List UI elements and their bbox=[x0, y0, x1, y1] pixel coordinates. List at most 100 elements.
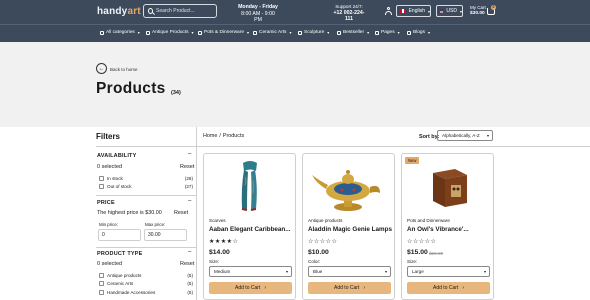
product-price: $15.00 bbox=[407, 249, 428, 256]
category-navbar: All categories ▾ Antique Products ▾ Pots &… bbox=[0, 24, 590, 42]
support-info: Support 24/7: +12 002-224-111 bbox=[330, 4, 368, 22]
max-price-input[interactable] bbox=[144, 229, 187, 241]
nav-all-categories[interactable]: All categories ▾ bbox=[100, 30, 140, 35]
product-old-price: $25.00 bbox=[429, 251, 444, 256]
option-label: Size: bbox=[407, 259, 418, 264]
user-account-icon[interactable] bbox=[385, 7, 392, 15]
product-category[interactable]: Pots and Dinnerware bbox=[407, 218, 450, 223]
add-to-cart-button[interactable]: Add to Cart › bbox=[407, 282, 490, 294]
price-heading[interactable]: PRICE bbox=[97, 200, 115, 206]
nav-pages[interactable]: Pages ▾ bbox=[375, 30, 400, 35]
star-rating: ☆☆☆☆☆ bbox=[308, 239, 338, 245]
product-card[interactable]: Scarves Aaban Elegant Caribbean... ★★★★☆… bbox=[203, 153, 296, 300]
currency-label: USD bbox=[446, 8, 457, 14]
blog-icon bbox=[407, 30, 411, 35]
collapse-icon[interactable]: – bbox=[188, 151, 191, 157]
page-hero: ← Back to home Products (34) bbox=[0, 42, 590, 127]
chevron-right-icon: › bbox=[363, 285, 365, 291]
min-price-label: Min price: bbox=[99, 222, 119, 227]
product-price: $10.00 bbox=[308, 249, 329, 256]
collapse-icon[interactable]: – bbox=[188, 198, 191, 204]
hours-time: 8:00 AM - 9:00 PM bbox=[241, 11, 275, 23]
uk-flag-icon bbox=[400, 9, 406, 13]
sort-select[interactable]: Alphabetically, A-Z ▾ bbox=[437, 130, 493, 141]
chevron-down-icon: ▾ bbox=[486, 133, 489, 138]
divider bbox=[96, 195, 196, 196]
add-to-cart-button[interactable]: Add to Cart › bbox=[308, 282, 391, 294]
nav-antique-products[interactable]: Antique Products ▾ bbox=[146, 30, 193, 35]
product-name[interactable]: An Owl's Vibrance'... bbox=[407, 226, 469, 233]
availability-selected-count: 0 selected bbox=[97, 164, 123, 170]
availability-reset-button[interactable]: Reset bbox=[180, 164, 194, 170]
currency-selector[interactable]: USD ▾ bbox=[436, 5, 463, 17]
product-type-heading[interactable]: PRODUCT TYPE bbox=[97, 251, 143, 257]
checkbox[interactable] bbox=[99, 176, 104, 181]
checkbox[interactable] bbox=[99, 184, 104, 189]
back-to-home-link[interactable]: Back to home bbox=[110, 67, 138, 72]
language-selector[interactable]: English ▾ bbox=[396, 5, 431, 17]
back-arrow-icon[interactable]: ← bbox=[96, 63, 107, 74]
checkbox[interactable] bbox=[99, 290, 104, 295]
language-label: English bbox=[408, 8, 425, 14]
add-to-cart-button[interactable]: Add to Cart › bbox=[209, 282, 292, 294]
breadcrumb-home[interactable]: Home bbox=[203, 133, 217, 139]
product-name[interactable]: Aaban Elegant Caribbean... bbox=[209, 226, 291, 233]
checkbox[interactable] bbox=[99, 281, 104, 286]
chevron-down-icon: ▾ bbox=[428, 31, 430, 35]
product-card[interactable]: New Pots and Dinnerware An Owl's Vibranc… bbox=[401, 153, 494, 300]
grid-icon bbox=[100, 30, 104, 35]
filter-option-handmade-accessories[interactable]: Handmade Accessories (5) bbox=[99, 289, 193, 296]
divider bbox=[96, 247, 196, 248]
product-price: $14.00 bbox=[209, 249, 230, 256]
product-image-genie-lamp[interactable] bbox=[306, 157, 391, 215]
sculpture-icon bbox=[298, 30, 302, 35]
size-select[interactable]: Large ▾ bbox=[407, 266, 490, 277]
nav-bestseller[interactable]: Bestseller ▾ bbox=[337, 30, 369, 35]
product-image-owl-box[interactable] bbox=[405, 157, 490, 215]
nav-ceramic-arts[interactable]: Ceramic Arts ▾ bbox=[253, 30, 291, 35]
product-type-reset-button[interactable]: Reset bbox=[180, 261, 194, 267]
product-count: (34) bbox=[171, 90, 181, 96]
antique-icon bbox=[146, 30, 150, 35]
product-name[interactable]: Aladdin Magic Genie Lamps bbox=[308, 226, 392, 233]
product-type-selected-count: 0 selected bbox=[97, 261, 123, 267]
color-select[interactable]: Blue ▾ bbox=[308, 266, 391, 277]
product-category[interactable]: Antique products bbox=[308, 218, 342, 223]
product-category[interactable]: Scarves bbox=[209, 218, 226, 223]
filter-option-antique-products[interactable]: Antique products (5) bbox=[99, 272, 193, 279]
us-flag-icon bbox=[440, 9, 444, 13]
logo[interactable]: handyart bbox=[97, 6, 141, 17]
nav-pots-dinnerware[interactable]: Pots & Dinnerware ▾ bbox=[198, 30, 249, 35]
nav-sculpture[interactable]: Sculpture ▾ bbox=[298, 30, 329, 35]
star-rating: ★★★★☆ bbox=[209, 239, 239, 245]
chevron-down-icon: ▾ bbox=[247, 31, 249, 35]
availability-heading[interactable]: AVAILABILITY bbox=[97, 153, 136, 159]
chevron-down-icon: ▾ bbox=[285, 269, 288, 274]
nav-blogs[interactable]: Blogs ▾ bbox=[407, 30, 430, 35]
ceramic-icon bbox=[253, 30, 257, 35]
checkbox[interactable] bbox=[99, 273, 104, 278]
product-image-scarf[interactable] bbox=[207, 157, 292, 215]
chevron-down-icon: ▾ bbox=[327, 31, 330, 35]
chevron-down-icon: ▾ bbox=[367, 31, 369, 35]
chevron-down-icon: ▾ bbox=[137, 31, 140, 35]
min-price-input[interactable] bbox=[98, 229, 141, 241]
search-icon[interactable] bbox=[148, 8, 153, 14]
product-card[interactable]: Antique products Aladdin Magic Genie Lam… bbox=[302, 153, 395, 300]
opening-hours: Monday - Friday 8:00 AM - 9:00 PM bbox=[237, 4, 279, 23]
collapse-icon[interactable]: – bbox=[188, 249, 191, 255]
highest-price-note: The highest price is $30.00 bbox=[97, 210, 162, 216]
size-select[interactable]: Medium ▾ bbox=[209, 266, 292, 277]
price-reset-button[interactable]: Reset bbox=[174, 210, 188, 216]
filter-option-ceramic-arts[interactable]: Ceramic Arts (5) bbox=[99, 280, 193, 287]
pot-icon bbox=[198, 30, 202, 35]
filter-option-out-of-stock[interactable]: Out of stock (27) bbox=[99, 183, 193, 190]
search-input[interactable] bbox=[156, 8, 216, 14]
new-badge: New bbox=[405, 157, 420, 164]
chevron-down-icon: ▾ bbox=[397, 31, 400, 35]
option-label: Size: bbox=[209, 259, 220, 264]
search-box[interactable] bbox=[143, 4, 217, 18]
filter-option-in-stock[interactable]: In stock (28) bbox=[99, 175, 193, 182]
divider bbox=[197, 146, 590, 147]
support-phone[interactable]: +12 002-224-111 bbox=[330, 10, 368, 22]
